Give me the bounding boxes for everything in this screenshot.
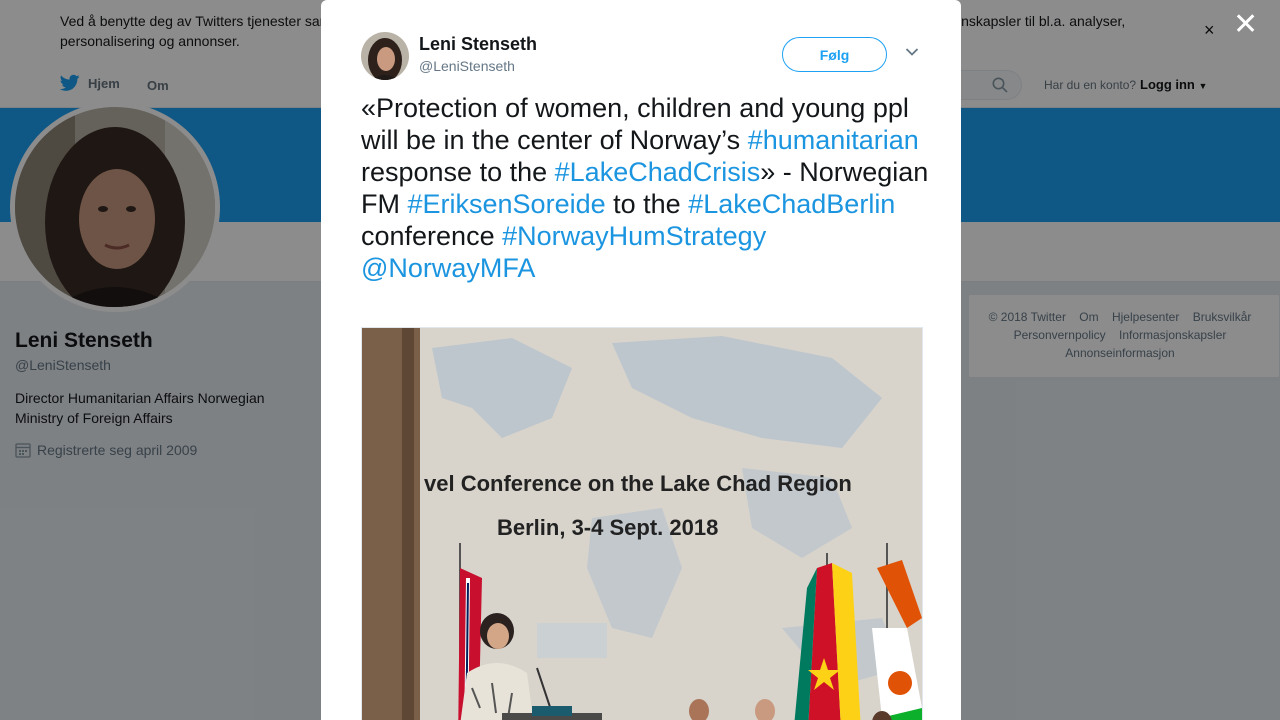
hashtag-link[interactable]: #EriksenSoreide: [408, 189, 606, 219]
hashtag-link[interactable]: #LakeChadBerlin: [688, 189, 895, 219]
hashtag-link[interactable]: #NorwayHumStrategy: [502, 221, 766, 251]
tweet-author-name[interactable]: Leni Stenseth: [419, 34, 537, 55]
tweet-photo[interactable]: vel Conference on the Lake Chad Region B…: [361, 327, 923, 720]
chevron-down-icon[interactable]: [905, 47, 919, 57]
tweet-text-part: response to the: [361, 157, 555, 187]
tweet-text: «Protection of women, children and young…: [361, 92, 931, 284]
tweet-text-part: to the: [605, 189, 689, 219]
tweet-modal: Leni Stenseth @LeniStenseth Følg «Protec…: [321, 0, 961, 720]
tweet-author-handle[interactable]: @LeniStenseth: [419, 58, 515, 74]
conference-photo: vel Conference on the Lake Chad Region B…: [362, 328, 922, 720]
follow-button[interactable]: Følg: [782, 37, 887, 72]
hashtag-link[interactable]: #LakeChadCrisis: [555, 157, 761, 187]
conference-sign-line-1: vel Conference on the Lake Chad Region: [424, 471, 852, 496]
close-icon[interactable]: ✕: [1233, 10, 1258, 40]
hashtag-link[interactable]: #humanitarian: [748, 125, 919, 155]
tweet-author-avatar[interactable]: [361, 32, 409, 80]
mention-link[interactable]: @NorwayMFA: [361, 253, 535, 283]
conference-sign-line-2: Berlin, 3-4 Sept. 2018: [497, 515, 718, 540]
avatar-photo: [361, 32, 409, 80]
tweet-text-part: conference: [361, 221, 503, 251]
